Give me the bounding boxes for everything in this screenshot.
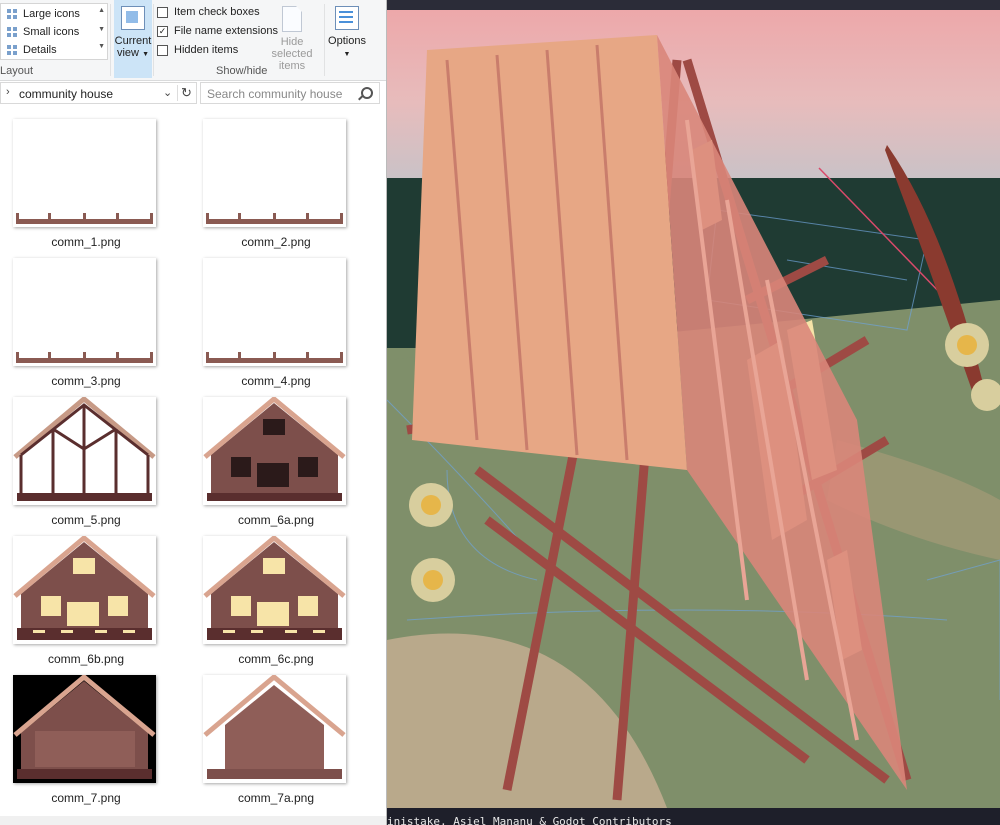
file-name[interactable]: comm_3.png xyxy=(0,374,172,388)
gallery-up-icon[interactable]: ▲ xyxy=(98,7,105,14)
options-icon xyxy=(335,6,359,30)
file-thumbnail[interactable] xyxy=(203,258,346,366)
file-thumbnail[interactable] xyxy=(203,397,346,505)
file-thumbnail[interactable] xyxy=(13,397,156,505)
chevron-down-icon: ▼ xyxy=(142,51,149,58)
file-item[interactable]: comm_3.png xyxy=(0,249,190,388)
layout-group-label: Layout xyxy=(0,65,34,77)
gallery-down-icon[interactable]: ▼ xyxy=(98,26,105,33)
file-name[interactable]: comm_7.png xyxy=(0,791,172,805)
file-name[interactable]: comm_6a.png xyxy=(190,513,362,527)
editor-credits-text: inistake, Asiel Mananu & Godot Contribut… xyxy=(387,815,672,825)
chevron-down-icon: ▼ xyxy=(343,51,351,58)
file-thumbnail[interactable] xyxy=(203,675,346,783)
item-check-boxes-checkbox[interactable] xyxy=(157,6,168,18)
editor-3d-viewport[interactable] xyxy=(387,0,1000,808)
large-icons-icon xyxy=(7,8,18,19)
file-name[interactable]: comm_6c.png xyxy=(190,652,362,666)
file-item[interactable]: comm_6a.png xyxy=(190,388,380,527)
scene-render xyxy=(387,0,1000,808)
search-placeholder: Search community house xyxy=(207,87,343,101)
file-item[interactable]: comm_1.png xyxy=(0,110,190,249)
address-history-dropdown-icon[interactable]: ⌄ xyxy=(163,86,172,99)
file-thumbnail[interactable] xyxy=(13,119,156,227)
current-view-label: Current view ▼ xyxy=(114,35,152,61)
layout-small-icons[interactable]: Small icons xyxy=(7,23,79,40)
hidden-items-checkbox[interactable] xyxy=(157,44,168,56)
hide-selected-label-line2: items xyxy=(278,60,306,72)
file-thumbnail[interactable] xyxy=(13,258,156,366)
ribbon-divider xyxy=(153,4,154,76)
file-item[interactable]: comm_2.png xyxy=(190,110,380,249)
file-name-extensions-checkbox[interactable]: ✓ xyxy=(157,25,168,37)
item-check-boxes-toggle[interactable]: Item check boxes xyxy=(157,4,260,20)
explorer-status-strip xyxy=(0,816,386,825)
layout-details[interactable]: Details xyxy=(7,41,57,58)
file-thumbnail[interactable] xyxy=(203,536,346,644)
refresh-icon[interactable]: ↻ xyxy=(177,85,192,101)
details-icon xyxy=(7,44,18,55)
file-name-extensions-toggle[interactable]: ✓ File name extensions xyxy=(157,23,278,39)
hide-selected-label-line1: Hide selected xyxy=(271,36,313,60)
current-view-icon xyxy=(121,6,145,30)
hidden-items-toggle[interactable]: Hidden items xyxy=(157,42,238,58)
layout-details-label: Details xyxy=(23,43,57,56)
address-bar[interactable]: › community house ⌄ ↻ xyxy=(0,82,197,104)
file-thumbnail[interactable] xyxy=(203,119,346,227)
file-item[interactable]: comm_7.png xyxy=(0,666,190,805)
layout-gallery[interactable]: Large icons Small icons Details ▲ ▼ ▼ xyxy=(0,3,108,60)
options-label: Options xyxy=(328,35,366,47)
file-name[interactable]: comm_1.png xyxy=(0,235,172,249)
file-grid: comm_1.png comm_2.png comm_3.png comm_4.png… xyxy=(0,110,386,825)
editor-status-bar: inistake, Asiel Mananu & Godot Contribut… xyxy=(387,808,1000,825)
file-item[interactable]: comm_5.png xyxy=(0,388,190,527)
viewport-toolbar xyxy=(387,0,1000,10)
hide-selected-icon xyxy=(282,6,302,32)
file-name[interactable]: comm_2.png xyxy=(190,235,362,249)
current-view-button[interactable]: Current view ▼ xyxy=(114,0,152,78)
item-check-boxes-label: Item check boxes xyxy=(174,6,260,18)
file-thumbnail[interactable] xyxy=(13,536,156,644)
options-button[interactable]: Options ▼ xyxy=(327,6,367,59)
current-view-label-line1: Current xyxy=(114,35,152,47)
file-name[interactable]: comm_5.png xyxy=(0,513,172,527)
ribbon-divider xyxy=(324,4,325,76)
hide-selected-items-button[interactable]: Hide selected items xyxy=(262,6,322,72)
file-item[interactable]: comm_6b.png xyxy=(0,527,190,666)
current-view-label-line2: view xyxy=(116,47,139,59)
hidden-items-label: Hidden items xyxy=(174,44,239,56)
layout-large-icons-label: Large icons xyxy=(23,7,80,20)
search-input[interactable]: Search community house xyxy=(200,82,380,104)
file-explorer-window: Large icons Small icons Details ▲ ▼ ▼ La… xyxy=(0,0,387,825)
file-item[interactable]: comm_7a.png xyxy=(190,666,380,805)
layout-large-icons[interactable]: Large icons xyxy=(7,5,80,22)
layout-small-icons-label: Small icons xyxy=(23,25,80,38)
small-icons-icon xyxy=(7,26,18,37)
ribbon-divider xyxy=(110,4,111,76)
ribbon: Large icons Small icons Details ▲ ▼ ▼ La… xyxy=(0,0,386,81)
showhide-group-label: Show/hide xyxy=(216,65,268,77)
search-icon[interactable] xyxy=(361,87,373,99)
file-item[interactable]: comm_4.png xyxy=(190,249,380,388)
file-item[interactable]: comm_6c.png xyxy=(190,527,380,666)
file-name[interactable]: comm_4.png xyxy=(190,374,362,388)
file-thumbnail[interactable] xyxy=(13,675,156,783)
file-name[interactable]: comm_7a.png xyxy=(190,791,362,805)
file-name[interactable]: comm_6b.png xyxy=(0,652,172,666)
chevron-right-icon[interactable]: › xyxy=(6,86,10,98)
address-path[interactable]: community house xyxy=(19,87,113,101)
gallery-more-icon[interactable]: ▼ xyxy=(98,43,105,50)
